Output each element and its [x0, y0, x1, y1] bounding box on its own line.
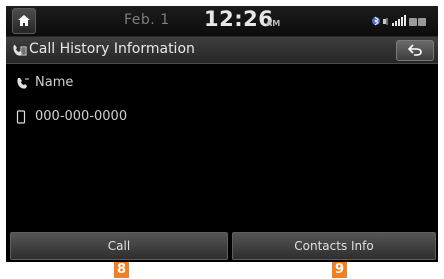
callout-label: 8 [114, 262, 129, 278]
status-bar: Feb. 1 12:26 AM [6, 6, 438, 37]
phone-icon [17, 78, 29, 89]
call-history-icon [13, 45, 27, 56]
home-icon [18, 15, 30, 26]
contact-number: 000-000-0000 [35, 109, 128, 124]
page-title: Call History Information [29, 41, 195, 57]
home-button[interactable] [12, 8, 36, 34]
callout-label: 9 [332, 262, 347, 278]
back-icon [408, 44, 422, 56]
display-screen: Feb. 1 12:26 AM Call History Information [6, 6, 438, 262]
status-ampm: AM [266, 19, 281, 28]
status-time: 12:26 [204, 7, 274, 31]
mobile-icon [16, 110, 26, 124]
title-bar: Call History Information [6, 37, 438, 64]
contacts-info-button[interactable]: Contacts Info [232, 232, 436, 260]
call-button[interactable]: Call [10, 232, 228, 260]
contact-name: Name [35, 75, 74, 90]
status-date: Feb. 1 [124, 12, 170, 28]
back-button[interactable] [396, 40, 434, 61]
bluetooth-signal-icon [372, 15, 426, 26]
